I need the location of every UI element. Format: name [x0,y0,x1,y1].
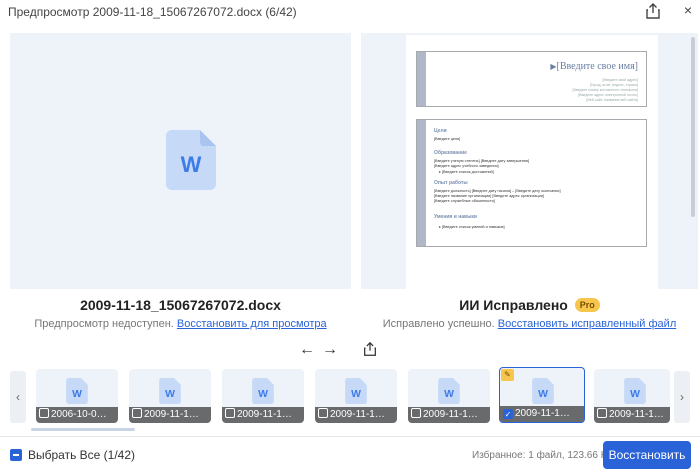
fixed-status-text: Исправлено успешно. [382,318,495,330]
favorites-summary: Избранное: 1 файл, 123.66 KB [472,450,615,461]
share-icon[interactable] [644,2,662,20]
word-file-icon: W [66,378,88,404]
next-arrow-icon[interactable]: → [322,341,338,359]
thumbnail-caption: 2009-11-1… [129,407,211,423]
svg-text:W: W [258,389,268,400]
fixed-preview-pane: ▶[Введите свое имя] [Введите свой адрес]… [361,33,698,289]
share-icon[interactable] [362,341,378,357]
doc-section-line: [Введите должность] [Введите дату начала… [434,189,561,193]
word-file-icon: W [532,378,554,404]
svg-text:W: W [630,389,640,400]
svg-text:W: W [181,152,202,177]
title-bar: Предпросмотр 2009-11-18_15067267072.docx… [0,0,700,24]
thumbnail-checkbox[interactable] [411,408,421,418]
window-title: Предпросмотр 2009-11-18_15067267072.docx… [8,5,297,19]
select-all-box-icon[interactable] [10,449,22,461]
original-status: Предпросмотр недоступен. Восстановить дл… [10,318,351,330]
thumbnail-checkbox[interactable] [39,408,49,418]
doc-header-line: [Введите адрес электронной почты] [578,93,638,97]
thumbnail-checkbox-checked[interactable]: ✓ [503,409,513,419]
close-icon[interactable]: × [680,2,696,18]
word-file-icon: W [624,378,646,404]
thumbnail-item[interactable]: W 2009-11-1… [408,369,490,423]
thumbnail-caption: 2006-10-0… [36,407,118,423]
word-file-icon: W [438,378,460,404]
svg-text:W: W [444,389,454,400]
thumbnail-scrollbar[interactable] [31,428,135,431]
ai-fixed-label: ИИ Исправлено [459,297,568,313]
original-preview-pane: W [10,33,351,289]
thumbnail-caption: 2009-11-1… [222,407,304,423]
prev-arrow-icon[interactable]: ← [299,341,315,359]
original-file-name: 2009-11-18_15067267072.docx [80,297,281,313]
document-body-box: Цели [Введите цели] Образование [Введите… [416,119,647,247]
doc-header-line: [Введите номер контактного телефона] [572,88,638,92]
doc-section-heading: Цели [434,128,447,134]
thumbnail-caption: 2009-11-1… [594,407,670,423]
doc-section-heading: Умения и навыки [434,214,477,220]
restore-for-preview-link[interactable]: Восстановить для просмотра [177,318,327,330]
thumbnail-item-selected[interactable]: ✎ W ✓ 2009-11-1… [499,367,585,423]
thumbnail-item[interactable]: W 2009-11-1… [222,369,304,423]
thumbnail-item[interactable]: W 2009-11-1… [315,369,397,423]
preview-scrollbar[interactable] [691,37,695,217]
select-all-checkbox[interactable]: Выбрать Все (1/42) [10,448,135,462]
footer-divider [0,436,700,437]
select-all-label: Выбрать Все (1/42) [28,448,136,462]
fixed-status: Исправлено успешно. Восстановить исправл… [361,318,698,330]
doc-section-line: [Введите ученую степень] [Введите дату з… [434,159,530,163]
strip-right-arrow-icon[interactable]: › [674,371,690,423]
word-file-icon: W [345,378,367,404]
pro-badge: Pro [574,298,600,312]
header-accent-bar [417,52,426,106]
restore-button[interactable]: Восстановить [603,441,691,469]
word-file-icon: W [252,378,274,404]
thumbnail-checkbox[interactable] [318,408,328,418]
document-header-box: ▶[Введите свое имя] [Введите свой адрес]… [416,51,647,107]
strip-left-arrow-icon[interactable]: ‹ [10,371,26,423]
thumbnail-caption: ✓ 2009-11-1… [500,406,584,422]
doc-name-placeholder: ▶[Введите свое имя] [550,61,638,72]
svg-text:W: W [72,389,82,400]
document-page: ▶[Введите свое имя] [Введите свой адрес]… [406,35,658,289]
doc-section-bullet: [Введите список достижений] [439,169,494,174]
thumbnail-item[interactable]: W 2006-10-0… [36,369,118,423]
doc-header-line: [Введите свой адрес] [602,78,638,82]
svg-text:W: W [165,389,175,400]
svg-text:W: W [351,389,361,400]
svg-text:W: W [538,389,548,400]
doc-header-line: [Веб-сайт, название веб-сайта] [586,98,638,102]
pro-fix-icon: ✎ [501,369,514,381]
doc-section-heading: Образование [434,150,467,156]
doc-section-heading: Опыт работы [434,180,468,186]
body-accent-bar [417,120,426,246]
doc-section-bullet: [Введите список умений и навыков] [439,224,505,229]
doc-section-line: [Введите название организации] [Введите … [434,194,544,198]
ai-fixed-title: ИИ Исправлено Pro [361,297,698,313]
thumbnail-checkbox[interactable] [132,408,142,418]
thumbnail-item[interactable]: W 2009-11-1… [129,369,211,423]
doc-section-line: [Введите цели] [434,137,461,141]
doc-section-line: [Введите служебные обязанности] [434,199,495,203]
thumbnail-caption: 2009-11-1… [408,407,490,423]
thumbnail-checkbox[interactable] [225,408,235,418]
doc-section-line: [Введите адрес учебного заведения] [434,164,499,168]
thumbnail-caption: 2009-11-1… [315,407,397,423]
restore-fixed-file-link[interactable]: Восстановить исправленный файл [498,318,676,330]
word-file-icon: W [166,130,216,190]
doc-header-line: [Город, штат, индекс, страна] [589,83,638,87]
thumbnail-item[interactable]: W 2009-11-1… [594,369,670,423]
word-file-icon: W [159,378,181,404]
original-status-text: Предпросмотр недоступен. [34,318,174,330]
thumbnail-checkbox[interactable] [597,408,607,418]
